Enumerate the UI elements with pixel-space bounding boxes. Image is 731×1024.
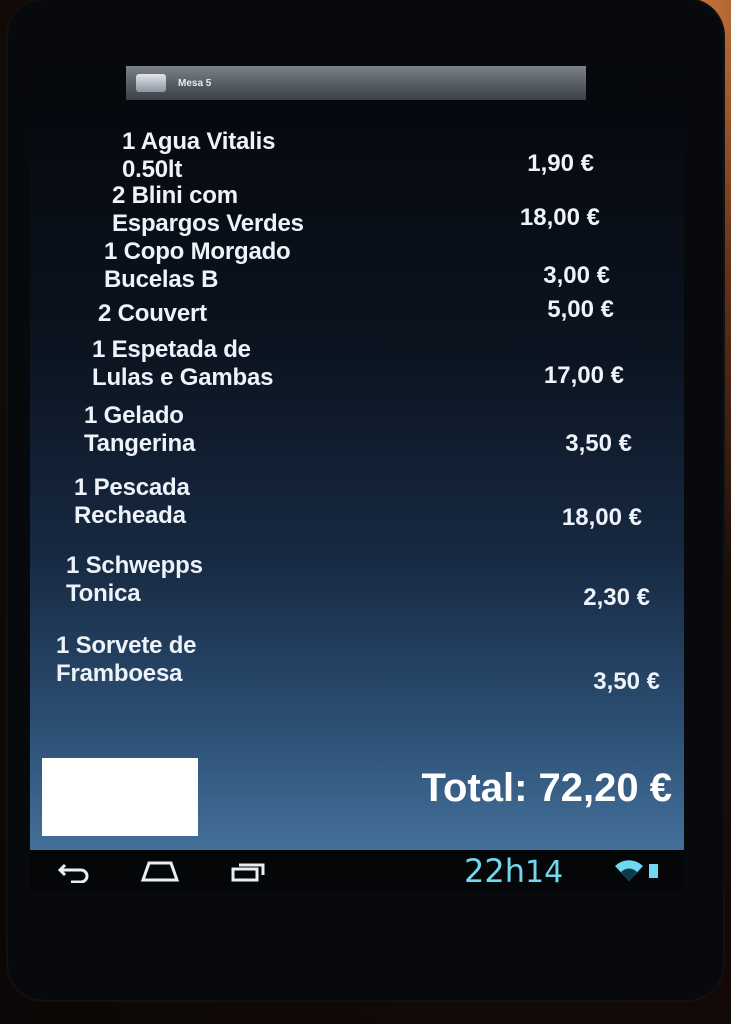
status-clock: 22h14 [464, 852, 563, 890]
clock-minute: 14 [525, 855, 564, 890]
clock-hour: 22h [464, 852, 525, 890]
recent-apps-icon [231, 863, 265, 882]
item-price: 3,50 € [593, 668, 660, 695]
action-button[interactable] [42, 758, 198, 836]
list-item[interactable]: 1 Copo Morgado Bucelas B [104, 238, 291, 294]
list-item[interactable]: 1 Gelado Tangerina [84, 402, 195, 458]
table-name: Mesa 5 [178, 77, 212, 89]
tablet-device: Mesa 5 1 Agua Vitalis 0.50lt 1,90 € 2 Bl… [8, 0, 723, 1000]
item-name: 2 Blini com Espargos Verdes [112, 182, 304, 237]
item-price: 3,50 € [565, 430, 632, 457]
back-icon [57, 863, 89, 883]
home-button[interactable] [140, 856, 180, 886]
list-item[interactable]: 2 Blini com Espargos Verdes [112, 182, 304, 238]
app-title-bar: Mesa 5 [126, 66, 586, 100]
list-item[interactable]: 1 Agua Vitalis 0.50lt [122, 128, 275, 184]
wifi-icon [615, 860, 643, 881]
item-name: 1 Copo Morgado Bucelas B [104, 238, 291, 293]
list-item[interactable]: 1 Schwepps Tonica [66, 552, 203, 608]
list-item[interactable]: 1 Espetada de Lulas e Gambas [92, 336, 273, 392]
item-price: 1,90 € [527, 150, 594, 177]
item-price: 3,00 € [543, 262, 610, 289]
back-button[interactable] [54, 856, 94, 886]
tablet-screen: Mesa 5 1 Agua Vitalis 0.50lt 1,90 € 2 Bl… [30, 66, 684, 892]
system-bar: 22h14 [30, 850, 684, 892]
list-item[interactable]: 1 Sorvete de Framboesa [56, 632, 197, 688]
item-price: 5,00 € [547, 296, 614, 323]
item-name: 1 Schwepps Tonica [66, 552, 203, 607]
item-price: 2,30 € [583, 584, 650, 611]
list-item[interactable]: 2 Couvert [98, 300, 207, 328]
item-price: 17,00 € [543, 362, 624, 389]
battery-icon [649, 864, 658, 878]
item-name: 1 Pescada Recheada [74, 474, 190, 529]
item-price: 18,00 € [561, 504, 642, 531]
item-price: 18,00 € [519, 204, 600, 231]
order-total: Total: 72,20 € [421, 766, 672, 810]
item-name: 1 Gelado Tangerina [84, 402, 196, 457]
recent-apps-button[interactable] [230, 856, 270, 886]
item-name: 1 Espetada de Lulas e Gambas [92, 336, 274, 391]
list-item[interactable]: 1 Pescada Recheada [74, 474, 190, 530]
item-name: 1 Agua Vitalis 0.50lt [122, 128, 276, 183]
item-name: 2 Couvert [98, 300, 207, 327]
app-icon[interactable] [136, 74, 166, 92]
home-icon [140, 861, 180, 882]
item-name: 1 Sorvete de Framboesa [56, 632, 197, 687]
